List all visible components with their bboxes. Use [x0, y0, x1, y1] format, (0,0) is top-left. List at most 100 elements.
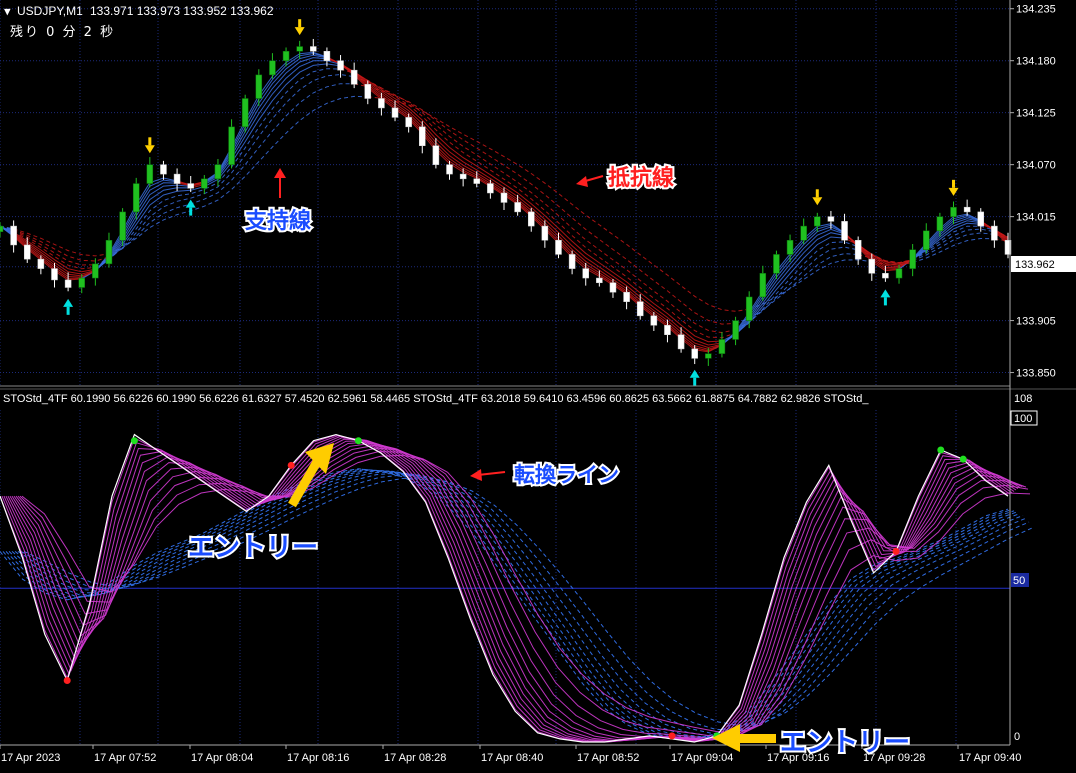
candle-body [10, 225, 17, 246]
chart-window[interactable]: ▼ USDJPY,M1 133.971 133.973 133.952 133.… [0, 0, 1076, 773]
candle-body [718, 339, 726, 354]
candle-body [500, 192, 508, 203]
candle-body [160, 164, 167, 175]
indicator-values: STOStd_4TF 60.1990 56.6226 60.1990 56.62… [3, 393, 869, 405]
entry-arrow-2-shaft [738, 734, 776, 743]
candle-body [310, 46, 317, 52]
candle-body [568, 254, 576, 269]
price-tick-label-4: 134.015 [1016, 212, 1056, 224]
time-tick-label-6: 17 Apr 08:52 [577, 752, 639, 764]
candle-body [282, 51, 290, 61]
candle-body [0, 225, 4, 232]
indicator-mid-label: 50 [1013, 575, 1025, 587]
candle-body [323, 51, 331, 61]
candle-body [786, 240, 794, 255]
candle-body [119, 211, 126, 241]
stoch-signal-dot [287, 461, 295, 469]
candle-body [664, 325, 671, 335]
candle-body [187, 183, 194, 189]
candle-body [64, 279, 72, 288]
time-tick-label-2: 17 Apr 08:04 [191, 752, 253, 764]
stoch-signal-dot [937, 446, 945, 454]
candle-body [132, 183, 140, 213]
candle-body [909, 249, 916, 269]
price-tick-label-3: 134.070 [1016, 160, 1056, 172]
candle-body [555, 240, 562, 255]
time-tick-label-7: 17 Apr 09:04 [671, 752, 733, 764]
candle-body [173, 173, 181, 184]
candle-body [459, 173, 467, 180]
candle-body [269, 60, 276, 76]
candle-body [800, 225, 807, 241]
candle-body [745, 296, 753, 321]
candle-body [364, 84, 372, 99]
time-tick-label-3: 17 Apr 08:16 [287, 752, 349, 764]
entry-label-2: エントリー [780, 728, 910, 758]
sell-arrow-icon-shaft [815, 189, 819, 198]
dropdown-icon[interactable]: ▼ [4, 5, 11, 18]
stoch-signal-dot [959, 455, 967, 463]
candle-body [923, 230, 930, 250]
candle-body [473, 178, 481, 184]
candle-body [623, 291, 630, 302]
stoch-signal-dot [354, 437, 362, 445]
candle-body [228, 126, 235, 165]
candle-body [691, 348, 698, 359]
candle-body [255, 74, 263, 99]
candle-body [759, 273, 767, 298]
candle-body [991, 225, 998, 241]
candle-body [241, 98, 249, 128]
candle-body [527, 211, 535, 227]
candle-body [950, 206, 957, 217]
candle-body [814, 216, 821, 227]
current-price-label: 133.962 [1015, 259, 1055, 271]
candle-body [146, 164, 154, 184]
candle-body [582, 268, 589, 279]
candle-body [51, 268, 58, 281]
candle-body [78, 277, 85, 288]
candle-body [677, 334, 685, 350]
candle-body [23, 244, 31, 260]
candle-body [773, 254, 780, 274]
buy-arrow-icon-shaft [883, 297, 887, 306]
indicator-top-label: 100 [1014, 413, 1032, 425]
candle-body [92, 263, 99, 279]
candle-body [405, 117, 412, 128]
time-tick-label-4: 17 Apr 08:28 [384, 752, 446, 764]
candle-body [732, 320, 739, 340]
time-tick-label-5: 17 Apr 08:40 [481, 752, 543, 764]
candle-body [936, 216, 944, 232]
indicator-max-label: 108 [1014, 393, 1032, 405]
candle-body [977, 211, 985, 227]
sell-arrow-icon-shaft [952, 179, 956, 188]
candle-body [854, 240, 862, 260]
price-tick-label-0: 134.235 [1016, 4, 1056, 16]
bar-countdown: 残り 0 分 2 秒 [10, 25, 115, 40]
candle-body [487, 183, 494, 194]
candle-body [895, 268, 903, 279]
trading-terminal: ▼ USDJPY,M1 133.971 133.973 133.952 133.… [0, 0, 1076, 773]
candle-body [378, 98, 385, 109]
candle-body [868, 258, 876, 274]
sell-arrow-icon-shaft [298, 19, 302, 28]
candle-body [705, 353, 712, 359]
candle-body [105, 240, 113, 265]
candle-body [514, 202, 521, 213]
candle-body [636, 301, 644, 317]
buy-arrow-icon-shaft [189, 207, 193, 216]
price-tick-label-7: 133.850 [1016, 368, 1056, 380]
candle-body [350, 69, 358, 85]
candle-body [541, 225, 549, 241]
candle-body [963, 206, 971, 213]
entry-label-1: エントリー [188, 533, 318, 563]
support-label: 支持線 [245, 208, 311, 234]
candle-body [609, 282, 617, 293]
indicator-bottom-label: 0 [1014, 731, 1020, 743]
candle-body [432, 145, 440, 165]
candle-body [296, 46, 303, 52]
stoch-signal-dot [130, 437, 138, 445]
candle-body [596, 277, 603, 284]
candle-body [882, 273, 889, 279]
symbol-period: USDJPY,M1 [17, 4, 83, 18]
candle-body [446, 164, 453, 175]
